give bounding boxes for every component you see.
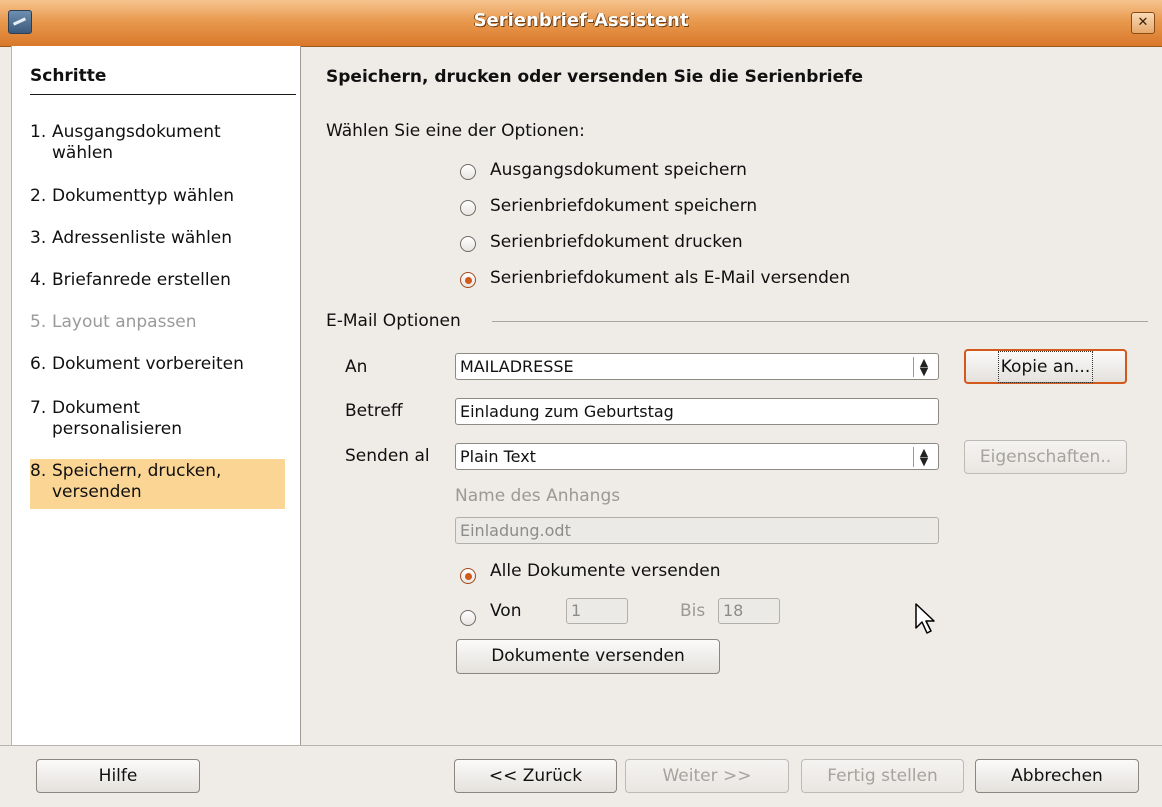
from-spinfield[interactable]: 1 (566, 598, 628, 624)
finish-button[interactable]: Fertig stellen (801, 759, 964, 793)
help-button[interactable]: Hilfe (36, 759, 200, 793)
option-send-email-label[interactable]: Serienbriefdokument als E-Mail versenden (490, 268, 850, 288)
choose-option-label: Wählen Sie eine der Optionen: (326, 121, 585, 141)
cancel-button[interactable]: Abbrechen (975, 759, 1139, 793)
step-label: Speichern, drucken, versenden (52, 461, 222, 502)
step-label: Ausgangsdokument wählen (52, 122, 221, 163)
option-save-source-label[interactable]: Ausgangsdokument speichern (490, 160, 747, 180)
title-bar: Serienbrief-Assistent ✕ (0, 0, 1162, 47)
copy-to-button[interactable]: Kopie an... (964, 349, 1127, 384)
step-1[interactable]: 1. Ausgangsdokument wählen (30, 120, 285, 166)
step-number: 4. (30, 270, 47, 290)
send-documents-button[interactable]: Dokumente versenden (456, 639, 720, 674)
send-as-label: Senden al (345, 446, 430, 466)
step-3[interactable]: 3. Adressenliste wählen (30, 226, 285, 251)
footer-divider (0, 745, 1162, 746)
window-title: Serienbrief-Assistent (473, 10, 689, 31)
send-as-value: Plain Text (460, 447, 536, 466)
step-number: 2. (30, 186, 47, 206)
radio-print-merged[interactable] (460, 236, 476, 252)
radio-send-all[interactable] (460, 568, 476, 584)
option-save-merged-label[interactable]: Serienbriefdokument speichern (490, 196, 757, 216)
step-8[interactable]: 8. Speichern, drucken, versenden (30, 459, 285, 509)
step-4[interactable]: 4. Briefanrede erstellen (30, 268, 285, 293)
properties-button[interactable]: Eigenschaften.. (964, 440, 1127, 474)
step-number: 1. (30, 122, 47, 142)
attachment-name-input[interactable]: Einladung.odt (455, 517, 939, 544)
to-range-label: Bis (680, 601, 706, 621)
email-options-divider (492, 321, 1148, 322)
radio-range[interactable] (460, 610, 476, 626)
step-number: 3. (30, 228, 47, 248)
to-combobox-value: MAILADRESSE (460, 357, 574, 376)
step-label: Dokument vorbereiten (52, 354, 244, 374)
step-label: Dokument personalisieren (52, 398, 183, 439)
to-combobox[interactable]: MAILADRESSE ▲ ▼ (455, 353, 939, 380)
step-5: 5. Layout anpassen (30, 310, 285, 335)
step-label: Adressenliste wählen (52, 228, 233, 248)
step-label: Briefanrede erstellen (52, 270, 231, 290)
from-label[interactable]: Von (490, 601, 522, 621)
radio-save-merged[interactable] (460, 200, 476, 216)
radio-save-source[interactable] (460, 164, 476, 180)
option-print-merged-label[interactable]: Serienbriefdokument drucken (490, 232, 743, 252)
step-6[interactable]: 6. Dokument vorbereiten (30, 352, 285, 377)
updown-arrows-icon[interactable]: ▲ ▼ (913, 447, 934, 467)
step-2[interactable]: 2. Dokumenttyp wählen (30, 184, 285, 209)
close-button[interactable]: ✕ (1131, 12, 1155, 34)
next-button[interactable]: Weiter >> (625, 759, 789, 793)
subject-label: Betreff (345, 401, 403, 421)
mouse-cursor-icon (915, 603, 939, 642)
steps-heading: Schritte (30, 66, 107, 86)
email-options-heading: E-Mail Optionen (326, 311, 461, 331)
step-number: 6. (30, 354, 47, 374)
step-7[interactable]: 7. Dokument personalisieren (30, 396, 285, 442)
step-label: Dokumenttyp wählen (52, 186, 235, 206)
back-button[interactable]: << Zurück (454, 759, 617, 793)
to-label: An (345, 357, 368, 377)
step-label: Layout anpassen (52, 312, 197, 332)
send-all-label[interactable]: Alle Dokumente versenden (490, 561, 720, 581)
steps-divider (30, 94, 296, 95)
step-number: 8. (30, 461, 47, 481)
page-title: Speichern, drucken oder versenden Sie di… (326, 67, 864, 87)
step-number: 5. (30, 312, 47, 332)
send-as-combobox[interactable]: Plain Text ▲ ▼ (455, 443, 939, 470)
step-number: 7. (30, 398, 47, 418)
updown-arrows-icon[interactable]: ▲ ▼ (913, 357, 934, 377)
attachment-name-label: Name des Anhangs (455, 486, 621, 506)
radio-send-email[interactable] (460, 272, 476, 288)
to-range-spinfield[interactable]: 18 (718, 598, 780, 624)
subject-input[interactable]: Einladung zum Geburtstag (455, 398, 939, 425)
